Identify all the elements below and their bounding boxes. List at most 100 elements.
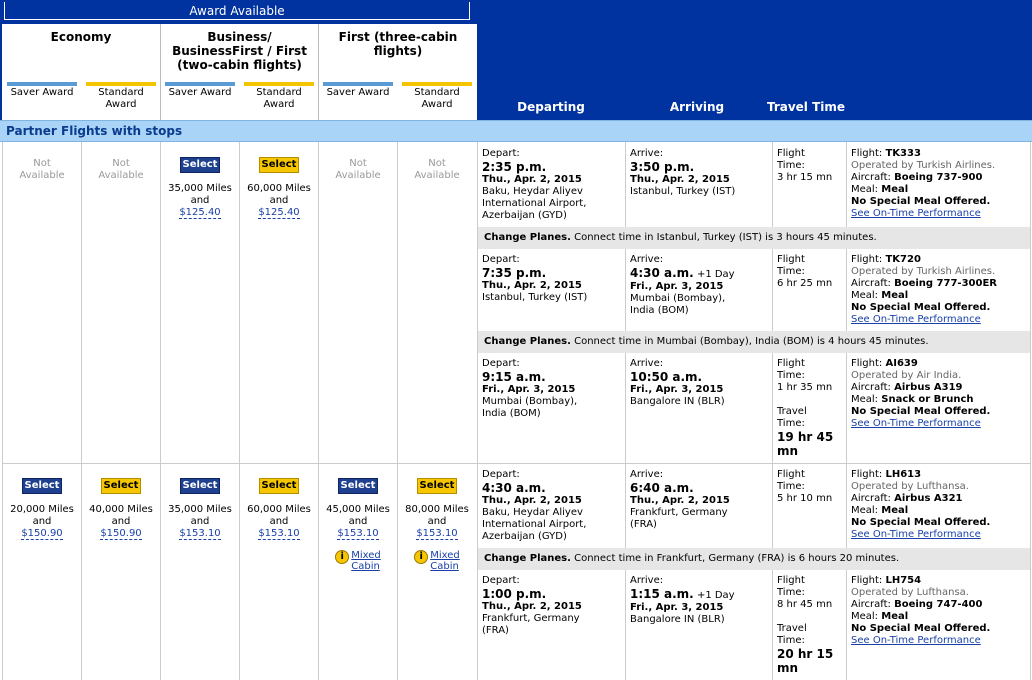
arrive-cell: Arrive: 1:15 a.m. +1 Day Fri., Apr. 3, 2…: [630, 575, 735, 625]
connection-banner: Change Planes. Connect time in Mumbai (B…: [478, 331, 1030, 353]
and-label: and: [32, 516, 52, 527]
divider: [625, 142, 626, 680]
select-button[interactable]: Select: [180, 478, 220, 494]
col-departing: Departing: [517, 100, 585, 114]
divider: [239, 142, 240, 680]
divider: [81, 142, 82, 680]
flight-info-cell: Flight: TK333 Operated by Turkish Airlin…: [851, 148, 996, 219]
business-standard-award: Standard Award: [244, 82, 314, 110]
cabin-economy: Economy Saver Award Standard Award: [2, 24, 161, 120]
flight-info-cell: Flight: LH613 Operated by Lufthansa. Air…: [851, 469, 991, 540]
tax-link[interactable]: $125.40: [258, 207, 300, 219]
miles: 20,000 Miles: [10, 504, 74, 515]
arrive-cell: Arrive: 3:50 p.m. Thu., Apr. 2, 2015 Ist…: [630, 148, 736, 197]
select-button[interactable]: Select: [22, 478, 62, 494]
miles: 80,000 Miles: [405, 504, 469, 515]
economy-saver-award: Saver Award: [7, 82, 77, 110]
first-standard-not-available: Not Available: [414, 158, 460, 181]
price-option1-business-saver: Select 35,000 Miles and $125.40: [161, 157, 239, 219]
cabin-name-line: Business/: [207, 30, 272, 44]
col-arriving: Arriving: [669, 100, 725, 114]
on-time-link[interactable]: See On-Time Performance: [851, 635, 981, 646]
price-option2-economy-standard: Select 40,000 Miles and $150.90: [82, 478, 160, 540]
on-time-link[interactable]: See On-Time Performance: [851, 208, 981, 219]
tax-link[interactable]: $153.10: [416, 528, 458, 540]
tax-link[interactable]: $150.90: [100, 528, 142, 540]
and-label: and: [269, 516, 289, 527]
depart-cell: Depart: 2:35 p.m. Thu., Apr. 2, 2015 Bak…: [482, 148, 587, 221]
on-time-link[interactable]: See On-Time Performance: [851, 314, 981, 325]
flight-info-cell: Flight: LH754 Operated by Lufthansa. Air…: [851, 575, 991, 646]
row-divider: [2, 463, 1030, 464]
section-partner-flights: Partner Flights with stops: [0, 120, 1032, 142]
on-time-link[interactable]: See On-Time Performance: [851, 418, 981, 429]
divider: [2, 142, 3, 680]
business-saver-award: Saver Award: [165, 82, 235, 110]
total-travel-time: 19 hr 45: [777, 430, 834, 444]
tax-link[interactable]: $150.90: [21, 528, 63, 540]
divider: [318, 142, 319, 680]
total-travel-time: 20 hr 15: [777, 647, 834, 661]
duration-cell: Flight Time: 3 hr 15 mn: [777, 148, 833, 183]
tax-link[interactable]: $153.10: [337, 528, 379, 540]
first-standard-award: Standard Award: [402, 82, 472, 110]
arrive-cell: Arrive: 4:30 a.m. +1 Day Fri., Apr. 3, 2…: [630, 254, 735, 316]
tax-link[interactable]: $153.10: [179, 528, 221, 540]
price-option2-first-standard: Select 80,000 Miles and $153.10 i Mixed C…: [398, 478, 476, 572]
price-option1-business-standard: Select 60,000 Miles and $125.40: [240, 157, 318, 219]
info-icon: i: [414, 550, 429, 564]
miles: 60,000 Miles: [247, 183, 311, 194]
select-button[interactable]: Select: [338, 478, 378, 494]
connection-banner: Change Planes. Connect time in Frankfurt…: [478, 548, 1030, 570]
depart-cell: Depart: 1:00 p.m. Thu., Apr. 2, 2015 Fra…: [482, 575, 582, 636]
divider: [477, 142, 478, 680]
select-button[interactable]: Select: [259, 478, 299, 494]
price-option2-business-standard: Select 60,000 Miles and $153.10: [240, 478, 318, 540]
cabin-name-line: BusinessFirst / First: [172, 44, 307, 58]
duration-cell: Flight Time: 5 hr 10 mn: [777, 469, 833, 504]
cabin-name-line: flights): [373, 44, 423, 58]
flight-info-cell: Flight: AI639 Operated by Air India. Air…: [851, 358, 991, 429]
cabin-business: Business/ BusinessFirst / First (two-cab…: [161, 24, 319, 120]
and-label: and: [190, 516, 210, 527]
depart-cell: Depart: 7:35 p.m. Thu., Apr. 2, 2015 Ist…: [482, 254, 588, 303]
and-label: and: [269, 195, 289, 206]
select-button[interactable]: Select: [259, 157, 299, 173]
economy-standard-award: Standard Award: [86, 82, 156, 110]
cabin-first: First (three-cabin flights) Saver Award …: [319, 24, 477, 120]
mixed-cabin-link[interactable]: i Mixed Cabin: [319, 550, 397, 572]
miles: 45,000 Miles: [326, 504, 390, 515]
economy-saver-not-available: Not Available: [19, 158, 65, 181]
cabin-name: Economy: [50, 30, 112, 44]
select-button[interactable]: Select: [180, 157, 220, 173]
first-saver-not-available: Not Available: [335, 158, 381, 181]
depart-cell: Depart: 9:15 a.m. Fri., Apr. 3, 2015 Mum…: [482, 358, 578, 419]
award-available-label: Award Available: [4, 2, 470, 20]
divider: [397, 142, 398, 680]
tax-link[interactable]: $153.10: [258, 528, 300, 540]
price-option2-economy-saver: Select 20,000 Miles and $150.90: [3, 478, 81, 540]
and-label: and: [427, 516, 447, 527]
and-label: and: [190, 195, 210, 206]
miles: 35,000 Miles: [168, 504, 232, 515]
duration-cell: Flight Time: 8 hr 45 mn Travel Time: 20 hr…: [777, 575, 847, 675]
select-button[interactable]: Select: [417, 478, 457, 494]
arrive-cell: Arrive: 10:50 a.m. Fri., Apr. 3, 2015 Ba…: [630, 358, 725, 407]
mixed-cabin-link[interactable]: i Mixed Cabin: [398, 550, 476, 572]
cabin-name-line: (two-cabin flights): [177, 58, 302, 72]
on-time-link[interactable]: See On-Time Performance: [851, 529, 981, 540]
cabin-name-line: First (three-cabin: [338, 30, 458, 44]
arrive-cell: Arrive: 6:40 a.m. Thu., Apr. 2, 2015 Fra…: [630, 469, 730, 530]
tax-link[interactable]: $125.40: [179, 207, 221, 219]
and-label: and: [348, 516, 368, 527]
info-icon: i: [335, 550, 350, 564]
connection-banner: Change Planes. Connect time in Istanbul,…: [478, 227, 1030, 249]
and-label: and: [111, 516, 131, 527]
miles: 35,000 Miles: [168, 183, 232, 194]
depart-cell: Depart: 4:30 a.m. Thu., Apr. 2, 2015 Bak…: [482, 469, 587, 542]
flight-info-cell: Flight: TK720 Operated by Turkish Airlin…: [851, 254, 997, 325]
divider: [1030, 142, 1031, 680]
select-button[interactable]: Select: [101, 478, 141, 494]
price-option2-first-saver: Select 45,000 Miles and $153.10 i Mixed C…: [319, 478, 397, 572]
duration-cell: Flight Time: 6 hr 25 mn: [777, 254, 833, 289]
